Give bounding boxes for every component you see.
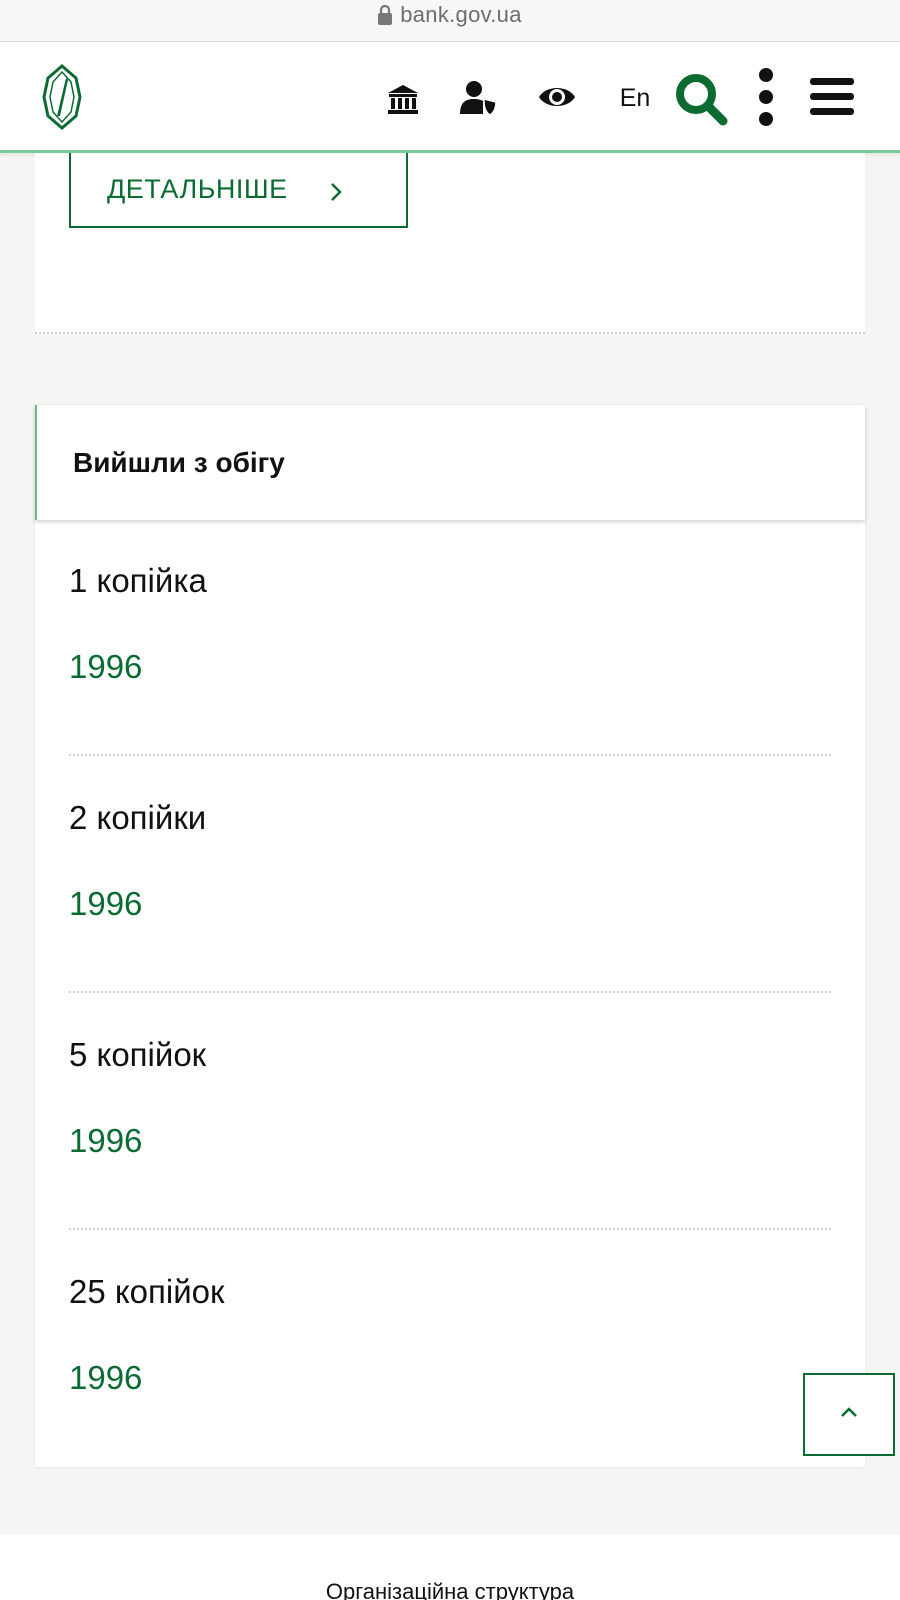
coin-name: 1 копійка — [69, 562, 207, 599]
coin-year-link[interactable]: 1996 — [69, 1122, 142, 1160]
coin-year-link[interactable]: 1996 — [69, 1359, 142, 1397]
chevron-up-icon — [839, 1405, 859, 1424]
coin-name: 25 копійок — [69, 1273, 225, 1310]
coin-year-link[interactable]: 1996 — [69, 885, 142, 923]
section-header[interactable]: Вийшли з обігу — [35, 405, 865, 520]
coin-name: 5 копійок — [69, 1036, 207, 1073]
section-title: Вийшли з обігу — [73, 446, 285, 478]
coin-item: 5 копійок 1996 — [69, 994, 831, 1230]
details-button[interactable]: ДЕТАЛЬНІШЕ — [69, 153, 408, 228]
url-text: bank.gov.ua — [400, 2, 522, 27]
more-options-icon[interactable] — [752, 68, 780, 126]
coin-item: 25 копійок 1996 — [69, 1231, 831, 1467]
site-header: En — [0, 42, 900, 153]
bank-icon[interactable] — [386, 82, 420, 116]
search-icon[interactable] — [674, 72, 730, 126]
language-switch[interactable]: En — [612, 78, 658, 118]
back-to-top-button[interactable] — [803, 1373, 895, 1456]
eye-icon[interactable] — [538, 82, 576, 112]
coin-item: 2 копійки 1996 — [69, 757, 831, 993]
hamburger-menu-icon[interactable] — [808, 76, 856, 118]
url-wrap: bank.gov.ua — [378, 2, 522, 28]
lock-icon — [378, 4, 393, 25]
chevron-right-icon — [328, 179, 344, 201]
coin-year-link[interactable]: 1996 — [69, 648, 142, 686]
footer-link-org-structure[interactable]: Організаційна структура — [0, 1579, 900, 1600]
coin-item: 1 копійка 1996 — [69, 520, 831, 756]
browser-url-bar[interactable]: bank.gov.ua — [0, 0, 900, 42]
out-of-circulation-card: Вийшли з обігу 1 копійка 1996 2 копійки … — [35, 405, 865, 1467]
coin-name: 2 копійки — [69, 799, 207, 836]
footer: Організаційна структура — [0, 1535, 900, 1600]
top-card: ДЕТАЛЬНІШЕ — [35, 153, 865, 334]
person-shield-icon[interactable] — [460, 80, 498, 116]
nbu-logo-icon[interactable] — [40, 64, 84, 130]
details-button-label: ДЕТАЛЬНІШЕ — [107, 174, 288, 204]
